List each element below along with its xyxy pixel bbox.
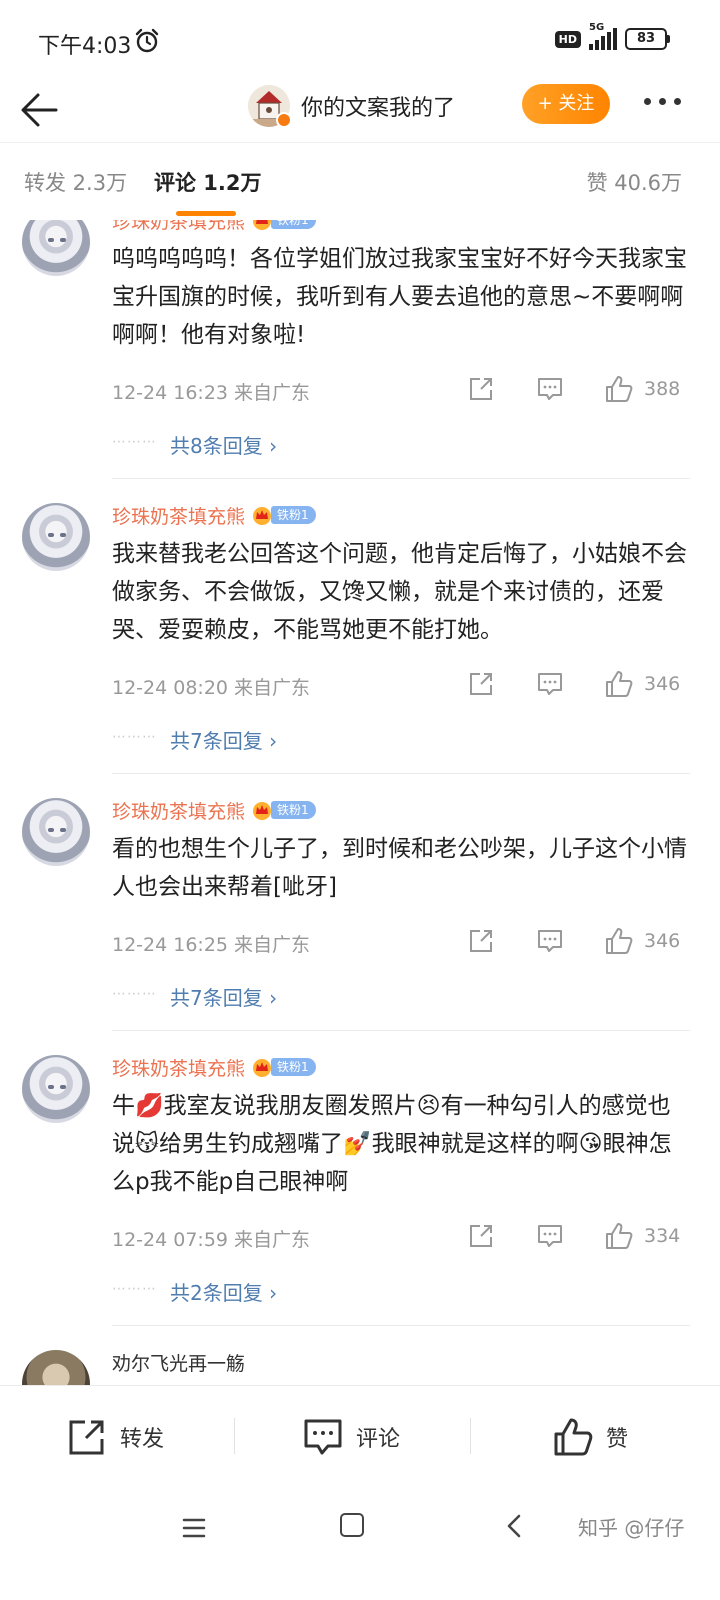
comment-author[interactable]: 珍珠奶茶填充熊 bbox=[112, 797, 245, 824]
status-time: 下午4:03 bbox=[38, 34, 132, 59]
comment-author[interactable]: 劝尔飞光再一觞 bbox=[112, 1349, 245, 1376]
back-arrow-icon[interactable] bbox=[18, 88, 62, 132]
crown-icon bbox=[253, 220, 272, 230]
comment-author[interactable]: 珍珠奶茶填充熊 bbox=[112, 502, 245, 529]
thumbs-up-icon bbox=[554, 1418, 593, 1456]
like-count: 346 bbox=[644, 673, 681, 695]
thumbs-up-icon[interactable] bbox=[604, 669, 634, 699]
system-nav-bar: 知乎 @仔仔 bbox=[0, 1486, 720, 1600]
status-bar: 下午4:03 HD 5G 83 bbox=[0, 0, 720, 80]
comment-icon[interactable] bbox=[536, 928, 564, 954]
comment-author[interactable]: 珍珠奶茶填充熊 bbox=[112, 1054, 245, 1081]
avatar[interactable] bbox=[22, 1055, 90, 1123]
tabs-bar: 转发 2.3万 评论 1.2万 赞 40.6万 bbox=[0, 142, 720, 220]
like-count: 388 bbox=[644, 378, 681, 400]
crown-icon bbox=[253, 507, 272, 525]
fan-badge: 铁粉1 bbox=[271, 506, 316, 524]
bottom-action-bar: 转发 评论 赞 bbox=[0, 1385, 720, 1485]
like-button[interactable]: 赞 bbox=[552, 1416, 628, 1458]
tab-likes[interactable]: 赞 40.6万 bbox=[587, 167, 682, 197]
thumbs-up-icon[interactable] bbox=[604, 1221, 634, 1251]
share-icon[interactable] bbox=[468, 928, 494, 954]
comment-author[interactable]: 珍珠奶茶填充熊 bbox=[112, 220, 245, 234]
comment-text: 看的也想生个儿子了，到时候和老公吵架，儿子这个小情人也会出来帮着[呲牙] bbox=[112, 836, 687, 900]
like-count: 334 bbox=[644, 1225, 681, 1247]
share-icon[interactable] bbox=[468, 671, 494, 697]
comment-timestamp: 12-24 16:23 来自广东 bbox=[112, 382, 311, 404]
comment-label: 评论 bbox=[356, 1427, 401, 1452]
share-icon[interactable] bbox=[468, 1223, 494, 1249]
nav-bar: 你的文案我的了 + 关注 bbox=[0, 80, 720, 142]
comment-item: 珍珠奶茶填充熊 铁粉1 牛💋我室友说我朋友圈发照片😣有一种勾引人的感觉⁠也说😽给… bbox=[0, 1051, 720, 1326]
comment-icon[interactable] bbox=[536, 1223, 564, 1249]
comment-button[interactable]: 评论 bbox=[302, 1416, 400, 1458]
view-replies-link[interactable]: 共7条回复 › bbox=[170, 725, 277, 754]
network-label: 5G bbox=[589, 22, 605, 33]
more-icon[interactable] bbox=[644, 98, 681, 105]
comment-icon bbox=[304, 1419, 342, 1455]
thumbs-up-icon[interactable] bbox=[604, 374, 634, 404]
signal-icon: 5G bbox=[589, 22, 617, 50]
like-count: 346 bbox=[644, 930, 681, 952]
crown-icon bbox=[253, 802, 272, 820]
view-replies-link[interactable]: 共2条回复 › bbox=[170, 1277, 277, 1306]
avatar[interactable] bbox=[22, 220, 90, 276]
tab-indicator bbox=[176, 211, 236, 216]
comment-timestamp: 12-24 16:25 来自广东 bbox=[112, 934, 311, 956]
view-replies-link[interactable]: 共7条回复 › bbox=[170, 982, 277, 1011]
avatar[interactable] bbox=[22, 1350, 90, 1385]
share-icon bbox=[69, 1420, 104, 1455]
comment-icon[interactable] bbox=[536, 376, 564, 402]
comment-item: 珍珠奶茶填充熊 铁粉1 呜呜呜呜呜！各位学姐们放过我家宝宝好不好今天我家宝宝升国… bbox=[0, 220, 720, 479]
battery-icon: 83 bbox=[625, 28, 670, 50]
avatar[interactable] bbox=[22, 798, 90, 866]
fan-badge: 铁粉1 bbox=[271, 1058, 316, 1076]
comment-timestamp: 12-24 08:20 来自广东 bbox=[112, 677, 311, 699]
page-title: 你的文案我的了 bbox=[301, 96, 456, 121]
tab-comments[interactable]: 评论 1.2万 bbox=[154, 167, 262, 197]
menu-icon[interactable] bbox=[182, 1517, 206, 1539]
comment-item: 珍珠奶茶填充熊 铁粉1 看的也想生个儿子了，到时候和老公吵架，儿子这个小情人也会… bbox=[0, 794, 720, 1031]
view-replies-link[interactable]: 共8条回复 › bbox=[170, 430, 277, 459]
share-icon[interactable] bbox=[468, 376, 494, 402]
battery-level: 83 bbox=[625, 28, 667, 50]
thumbs-up-icon[interactable] bbox=[604, 926, 634, 956]
comment-text: 牛💋我室友说我朋友圈发照片😣有一种勾引人的感觉⁠也说😽给男生钓成翘嘴了💅我眼神就… bbox=[112, 1093, 672, 1195]
repost-label: 转发 bbox=[120, 1427, 165, 1452]
comment-timestamp: 12-24 07:59 来自广东 bbox=[112, 1229, 311, 1251]
avatar[interactable] bbox=[22, 503, 90, 571]
crown-icon bbox=[253, 1059, 272, 1077]
fan-badge: 铁粉1 bbox=[271, 220, 316, 229]
hd-badge: HD bbox=[554, 30, 581, 48]
comment-icon[interactable] bbox=[536, 671, 564, 697]
back-nav-icon[interactable] bbox=[504, 1513, 524, 1539]
home-icon[interactable] bbox=[340, 1513, 364, 1537]
fan-badge: 铁粉1 bbox=[271, 801, 316, 819]
alarm-icon bbox=[135, 28, 159, 53]
comment-text: 呜呜呜呜呜！各位学姐们放过我家宝宝好不好今天我家宝宝升国旗的时候，我听到有人要去… bbox=[112, 246, 687, 348]
repost-button[interactable]: 转发 bbox=[66, 1416, 164, 1458]
follow-button[interactable]: + 关注 bbox=[522, 84, 610, 124]
comments-list[interactable]: 珍珠奶茶填充熊 铁粉1 呜呜呜呜呜！各位学姐们放过我家宝宝好不好今天我家宝宝升国… bbox=[0, 220, 720, 1385]
verified-badge-icon bbox=[276, 112, 292, 128]
comment-item: 珍珠奶茶填充熊 铁粉1 我来替我老公回答这个问题，他肯定后悔了，小姑娘不会做家务… bbox=[0, 499, 720, 774]
comment-text: 我来替我老公回答这个问题，他肯定后悔了，小姑娘不会做家务、不会做饭，又馋又懒，就… bbox=[112, 541, 687, 643]
tab-repost[interactable]: 转发 2.3万 bbox=[24, 167, 127, 197]
like-label: 赞 bbox=[606, 1427, 629, 1452]
watermark: 知乎 @仔仔 bbox=[578, 1516, 685, 1540]
comment-item: 劝尔飞光再一觞 bbox=[0, 1346, 720, 1385]
